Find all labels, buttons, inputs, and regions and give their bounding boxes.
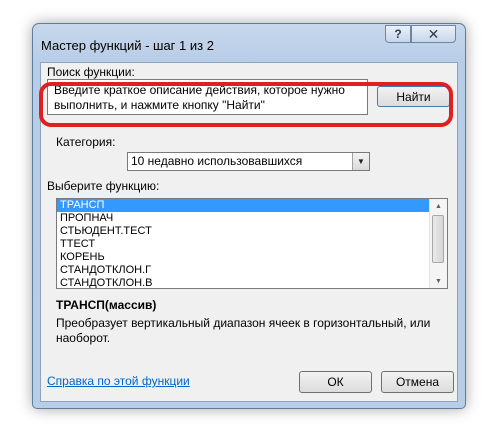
- scroll-up-arrow-icon[interactable]: ▲: [430, 199, 447, 213]
- function-list-item[interactable]: ТРАНСП: [57, 199, 429, 212]
- search-label: Поиск функции:: [47, 65, 135, 79]
- close-button[interactable]: ✕: [411, 25, 456, 43]
- question-mark-icon: ?: [394, 27, 402, 41]
- category-label: Категория:: [56, 135, 116, 149]
- function-list-items: ТРАНСП ПРОПНАЧ СТЬЮДЕНТ.ТЕСТ ТТЕСТ КОРЕНЬ СТА…: [57, 199, 447, 288]
- ok-button[interactable]: ОК: [299, 371, 372, 393]
- search-input[interactable]: Введите краткое описание действия, котор…: [47, 79, 368, 115]
- function-signature: ТРАНСП(массив): [56, 298, 157, 312]
- function-list-item[interactable]: СТАНДОТКЛОН.В: [57, 277, 429, 288]
- scrollbar-thumb[interactable]: [432, 215, 444, 263]
- function-list-item[interactable]: КОРЕНЬ: [57, 251, 429, 264]
- dialog-client-area: Поиск функции: Введите краткое описание …: [40, 62, 458, 402]
- function-list-label: Выберите функцию:: [47, 179, 160, 193]
- function-listbox[interactable]: ТРАНСП ПРОПНАЧ СТЬЮДЕНТ.ТЕСТ ТТЕСТ КОРЕНЬ СТА…: [56, 198, 448, 289]
- find-button[interactable]: Найти: [377, 86, 450, 107]
- dialog-title: Мастер функций - шаг 1 из 2: [41, 38, 214, 53]
- insert-function-dialog: Мастер функций - шаг 1 из 2 ? ✕ Поиск фу…: [32, 23, 466, 409]
- cancel-button[interactable]: Отмена: [381, 371, 454, 393]
- category-selected-value: 10 недавно использовавшихся: [131, 154, 303, 168]
- function-help-link[interactable]: Справка по этой функции: [47, 374, 190, 388]
- chevron-down-icon[interactable]: ▼: [352, 153, 369, 170]
- help-button[interactable]: ?: [385, 25, 411, 43]
- function-list-item[interactable]: СТЬЮДЕНТ.ТЕСТ: [57, 225, 429, 238]
- function-list-item[interactable]: ТТЕСТ: [57, 238, 429, 251]
- function-description: Преобразует вертикальный диапазон ячеек …: [56, 316, 431, 345]
- close-icon: ✕: [427, 25, 440, 42]
- category-select[interactable]: 10 недавно использовавшихся ▼: [127, 152, 370, 171]
- function-list-item[interactable]: СТАНДОТКЛОН.Г: [57, 264, 429, 277]
- list-scrollbar[interactable]: ▲ ▼: [429, 199, 447, 288]
- function-list-item[interactable]: ПРОПНАЧ: [57, 212, 429, 225]
- scroll-down-arrow-icon[interactable]: ▼: [430, 274, 447, 288]
